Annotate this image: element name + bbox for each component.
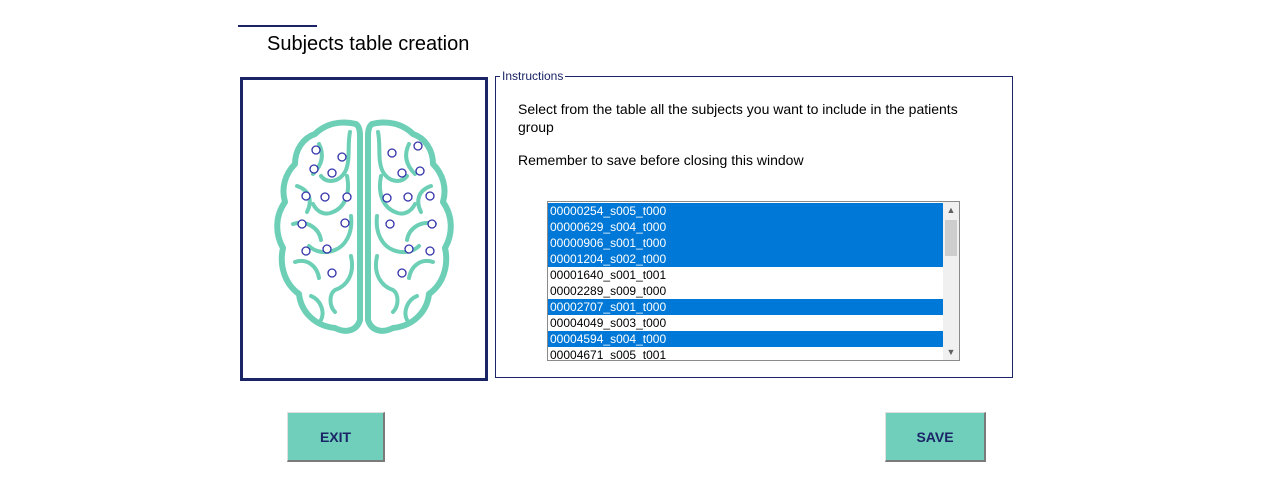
save-button[interactable]: SAVE bbox=[885, 412, 986, 462]
subjects-list[interactable]: 00000254_s005_t000 00000629_s004_t000 0000… bbox=[548, 203, 943, 360]
subject-list-item[interactable]: 00004594_s004_t000 bbox=[548, 331, 943, 347]
subject-list-item[interactable]: 00004671_s005_t001 bbox=[548, 347, 943, 360]
instruction-select-text: Select from the table all the subjects y… bbox=[518, 101, 958, 135]
scroll-up-icon[interactable]: ▲ bbox=[943, 202, 959, 218]
subject-list-item[interactable]: 00002289_s009_t000 bbox=[548, 283, 943, 299]
instructions-legend: Instructions bbox=[500, 69, 566, 83]
subject-list-item[interactable]: 00001640_s001_t001 bbox=[548, 267, 943, 283]
subject-list-item[interactable]: 00000629_s004_t000 bbox=[548, 219, 943, 235]
listbox-scrollbar[interactable]: ▲ ▼ bbox=[943, 202, 959, 360]
instructions-panel: Instructions Select from the table all t… bbox=[495, 69, 1013, 378]
title-rule bbox=[238, 25, 317, 27]
page-title: Subjects table creation bbox=[267, 33, 470, 55]
scroll-down-icon[interactable]: ▼ bbox=[943, 344, 959, 360]
brain-icon bbox=[274, 119, 454, 334]
scroll-thumb[interactable] bbox=[945, 220, 957, 256]
subject-list-item[interactable]: 00000254_s005_t000 bbox=[548, 203, 943, 219]
subject-list-item[interactable]: 00001204_s002_t000 bbox=[548, 251, 943, 267]
instruction-save-reminder: Remember to save before closing this win… bbox=[518, 152, 804, 168]
subject-list-item[interactable]: 00002707_s001_t000 bbox=[548, 299, 943, 315]
brain-image-panel bbox=[240, 77, 488, 381]
subject-list-item[interactable]: 00000906_s001_t000 bbox=[548, 235, 943, 251]
subjects-listbox[interactable]: 00000254_s005_t000 00000629_s004_t000 0000… bbox=[547, 201, 960, 361]
exit-button[interactable]: EXIT bbox=[287, 412, 385, 462]
subject-list-item[interactable]: 00004049_s003_t000 bbox=[548, 315, 943, 331]
